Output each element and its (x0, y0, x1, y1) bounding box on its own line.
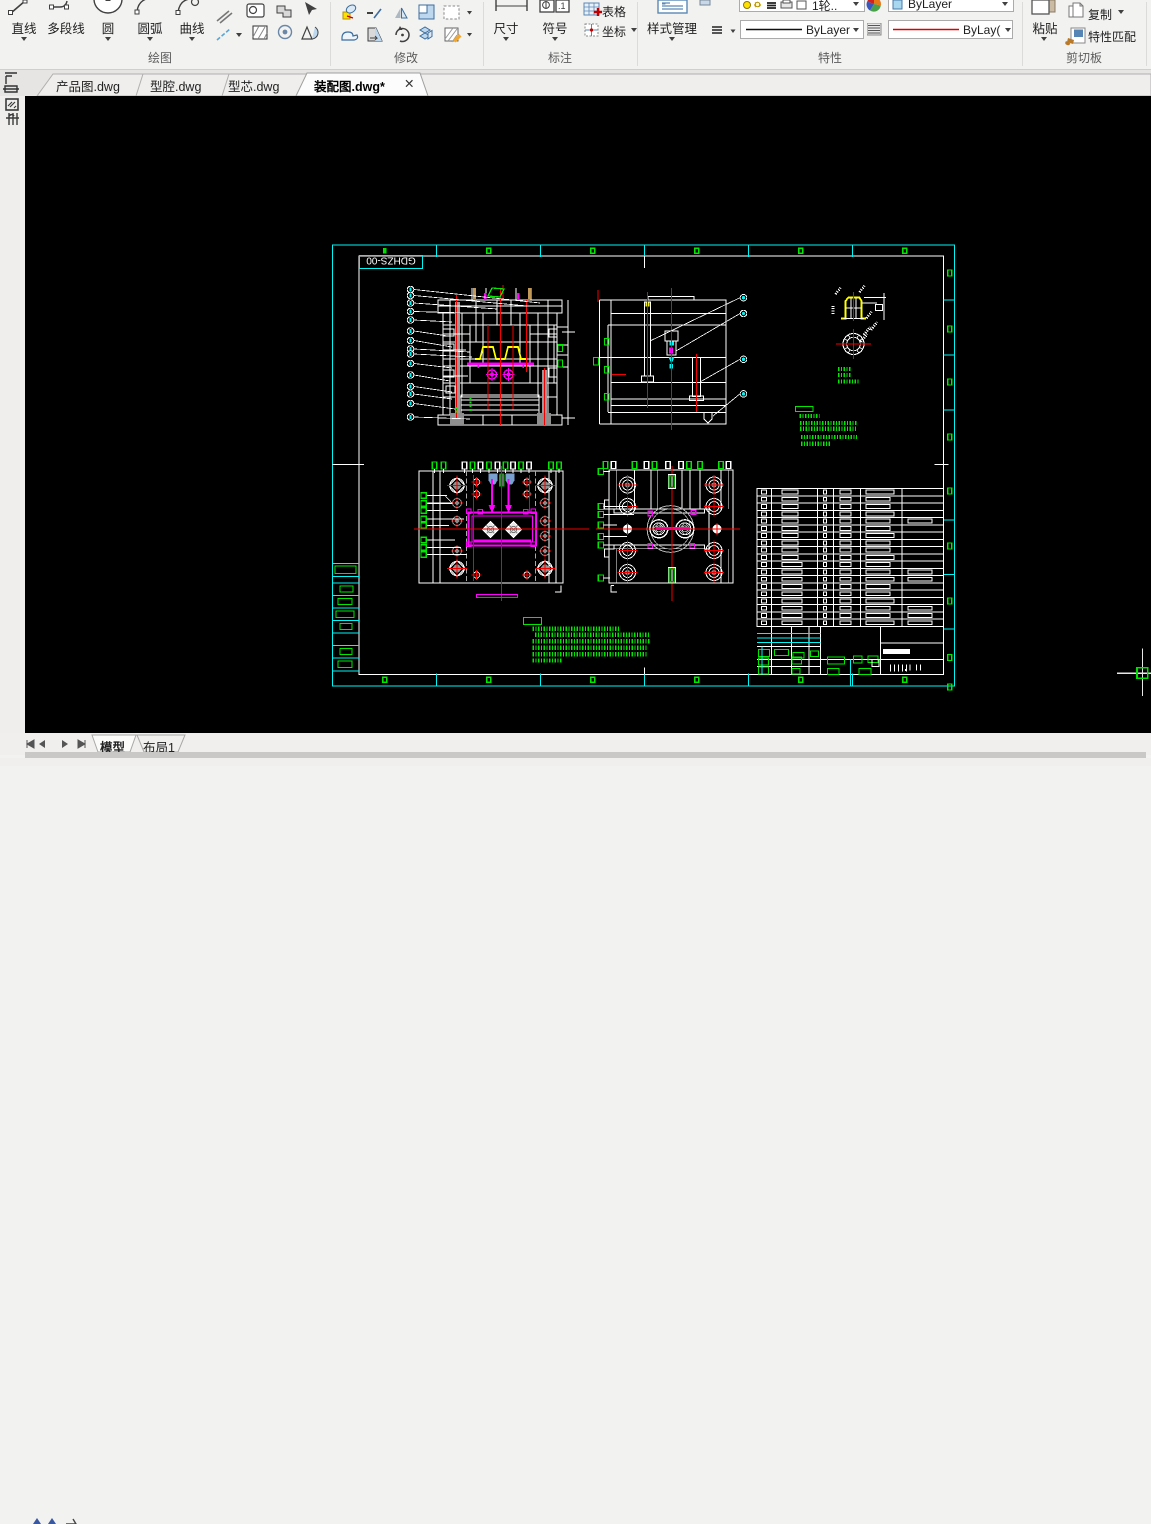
svg-text:GDHZS-00: GDHZS-00 (366, 255, 416, 266)
svg-text:.1: .1 (558, 1, 566, 11)
